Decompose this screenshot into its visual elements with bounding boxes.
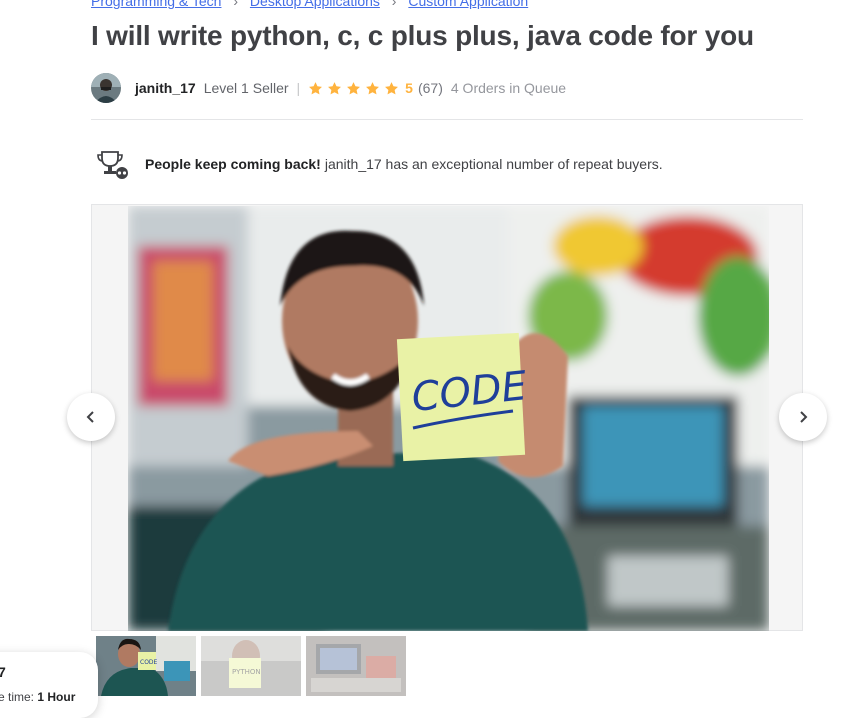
star-icon xyxy=(347,81,361,94)
gallery-thumbnail-2[interactable]: PYTHON xyxy=(201,636,301,696)
chevron-right-icon: › xyxy=(233,0,239,9)
gallery-thumbnail-3[interactable] xyxy=(306,636,406,696)
star-icon xyxy=(309,81,323,94)
rating-score: 5 xyxy=(405,80,413,96)
gig-gallery: CODE xyxy=(91,204,803,631)
gallery-previous-button[interactable] xyxy=(67,393,115,441)
star-icon xyxy=(385,81,399,94)
chevron-right-icon xyxy=(800,411,808,423)
star-icon xyxy=(366,81,380,94)
breadcrumb: Programming & Tech › Desktop Application… xyxy=(91,0,528,9)
rating-stars xyxy=(308,81,403,96)
chevron-right-icon: › xyxy=(391,0,397,9)
toast-response-value: 1 Hour xyxy=(37,690,76,704)
thumbnail-2-label: PYTHON xyxy=(232,668,261,676)
gallery-main-image[interactable]: CODE xyxy=(128,206,769,631)
toast-title: 7 xyxy=(0,664,6,680)
repeat-buyers-text: janith_17 has an exceptional number of r… xyxy=(324,156,663,172)
chevron-left-icon xyxy=(86,411,94,423)
star-icon xyxy=(328,81,342,94)
gallery-thumbnail-1[interactable]: CODE xyxy=(96,636,196,696)
breadcrumb-programming-tech[interactable]: Programming & Tech xyxy=(91,0,221,9)
section-divider xyxy=(91,119,803,120)
review-count-link[interactable]: (67) xyxy=(418,80,443,96)
gallery-next-button[interactable] xyxy=(779,393,827,441)
repeat-buyers-banner: People keep coming back! janith_17 has a… xyxy=(96,148,663,180)
seller-level: Level 1 Seller xyxy=(203,80,289,96)
divider: | xyxy=(296,80,301,96)
trophy-icon xyxy=(97,151,128,179)
toast-response-time: e time: 1 Hour xyxy=(0,690,75,704)
repeat-buyers-heading: People keep coming back! xyxy=(145,156,321,172)
gig-title: I will write python, c, c plus plus, jav… xyxy=(91,20,754,51)
breadcrumb-desktop-applications[interactable]: Desktop Applications xyxy=(250,0,380,9)
toast-response-label: e time: xyxy=(0,690,35,704)
seller-avatar[interactable] xyxy=(91,73,121,103)
seller-overview: janith_17 Level 1 Seller | 5 (67) 4 Orde… xyxy=(91,72,566,104)
thumbnail-1-label: CODE xyxy=(140,659,158,666)
seller-name-link[interactable]: janith_17 xyxy=(135,80,196,96)
breadcrumb-custom-application[interactable]: Custom Application xyxy=(408,0,528,9)
delivery-toast: 7 e time: 1 Hour xyxy=(0,652,98,718)
orders-in-queue: 4 Orders in Queue xyxy=(450,80,567,96)
